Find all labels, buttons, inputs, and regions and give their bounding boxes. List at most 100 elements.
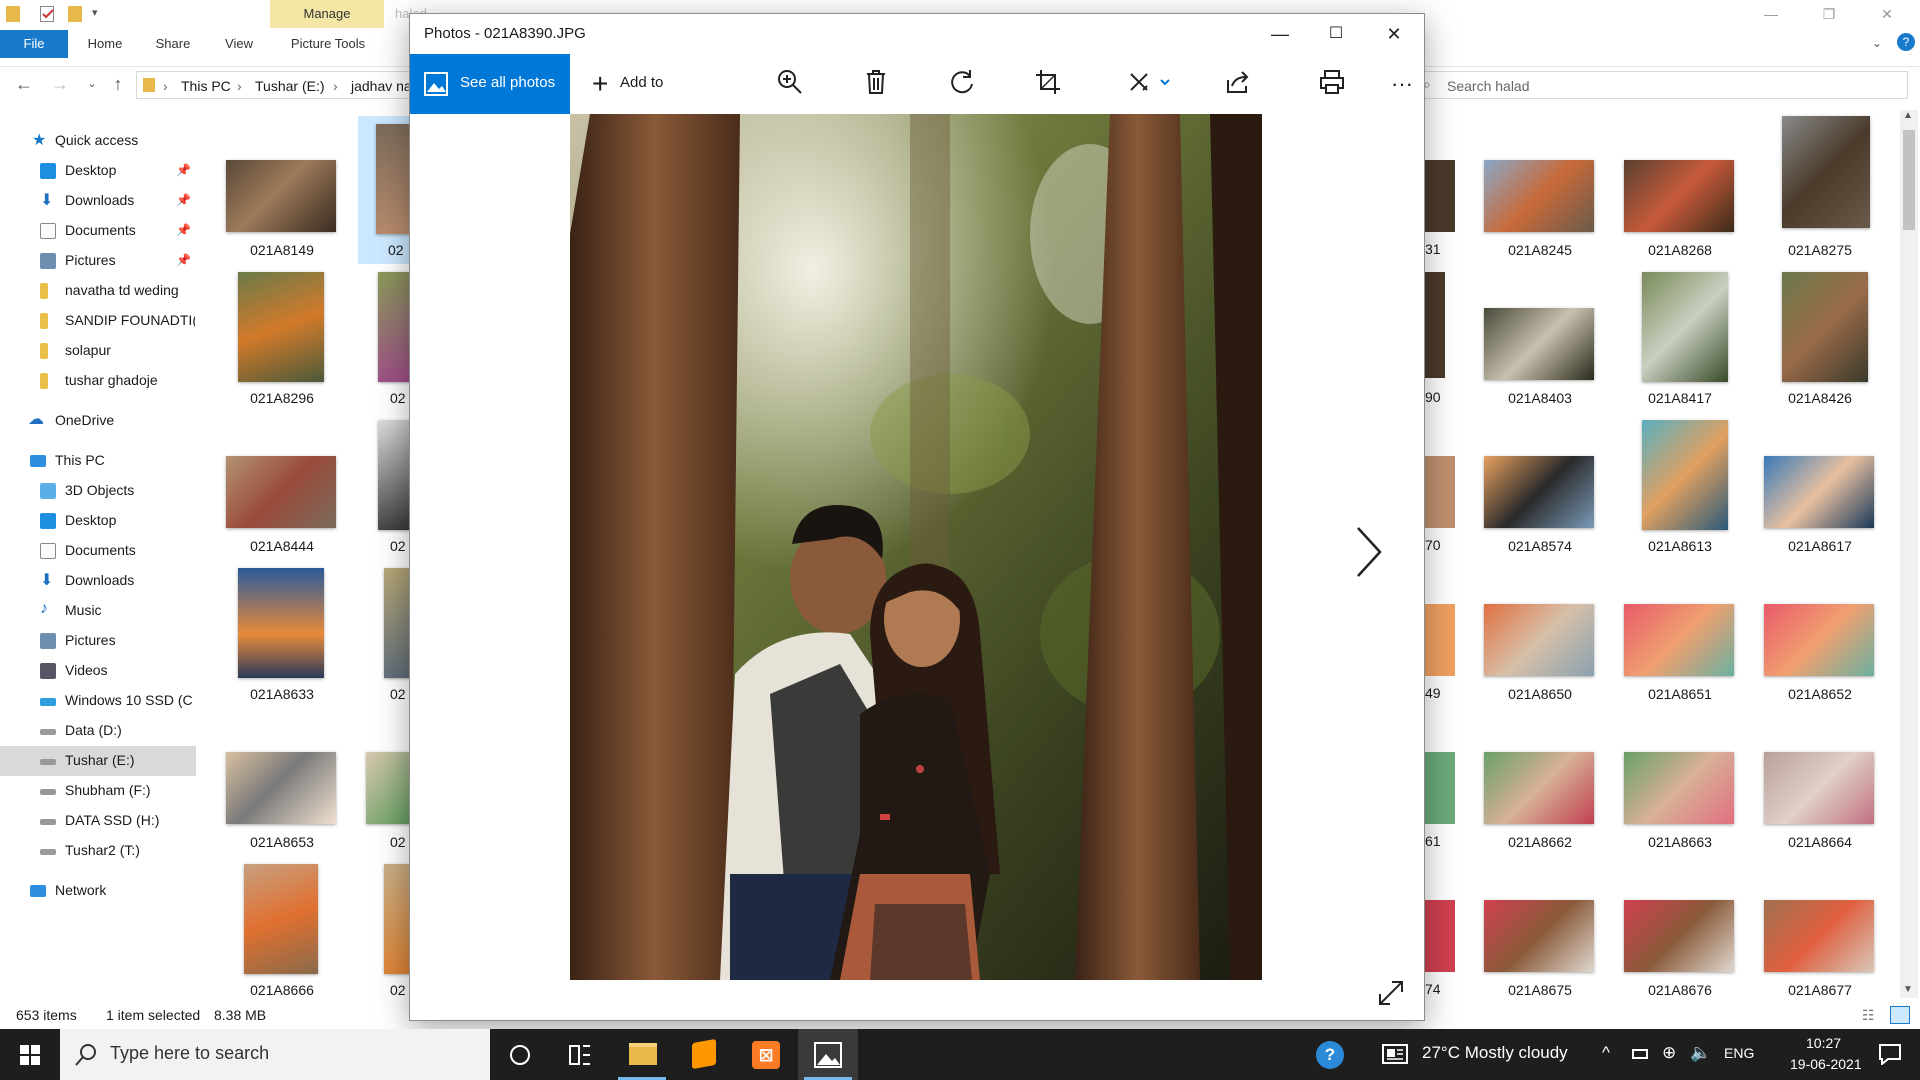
help-icon[interactable]: ? — [1897, 33, 1915, 51]
file-thumbnail[interactable]: 021A8149 — [212, 116, 352, 264]
scrollbar-thumb[interactable] — [1903, 130, 1915, 230]
nav-pc-documents[interactable]: Documents — [0, 536, 196, 566]
nav-drive-c[interactable]: Windows 10 SSD (C — [0, 686, 196, 716]
file-thumbnail[interactable]: 021A8296 — [212, 264, 352, 412]
address-bar[interactable]: › This PC › Tushar (E:) › jadhav na — [136, 71, 436, 99]
photos-taskbar-button[interactable] — [798, 1029, 858, 1080]
nav-this-pc[interactable]: This PC — [0, 446, 196, 476]
volume-tray-icon[interactable]: 🔈 — [1688, 1029, 1711, 1080]
file-thumbnail[interactable]: 021A8617 — [1750, 412, 1890, 560]
nav-folder-navatha[interactable]: navatha td weding — [0, 276, 196, 306]
image-thumbnail[interactable] — [1425, 272, 1445, 378]
nav-drive-d[interactable]: Data (D:) — [0, 716, 196, 746]
add-to-button[interactable]: + Add to — [580, 54, 700, 114]
zoom-in-icon[interactable] — [774, 68, 806, 100]
file-thumbnail[interactable]: 021A8675 — [1470, 856, 1610, 1004]
nav-onedrive[interactable]: ☁ OneDrive — [0, 406, 196, 436]
file-thumbnail[interactable]: 021A8650 — [1470, 560, 1610, 708]
main-photo[interactable] — [570, 114, 1262, 980]
nav-pc-desktop[interactable]: Desktop — [0, 506, 196, 536]
action-center-button[interactable] — [1866, 1029, 1914, 1080]
file-explorer-taskbar-button[interactable] — [612, 1029, 672, 1080]
file-thumbnail[interactable]: 021A8613 — [1610, 412, 1750, 560]
nav-videos[interactable]: Videos — [0, 656, 196, 686]
up-arrow-icon[interactable]: ↑ — [106, 73, 130, 95]
file-thumbnail[interactable]: 021A8275 — [1750, 116, 1890, 264]
scroll-up-icon[interactable]: ▲ — [1903, 110, 1913, 121]
nav-quick-access[interactable]: ★ Quick access — [0, 126, 196, 156]
nav-drive-h[interactable]: DATA SSD (H:) — [0, 806, 196, 836]
nav-network[interactable]: Network — [0, 876, 196, 906]
edit-create-icon[interactable] — [1126, 68, 1176, 100]
breadcrumb-this-pc[interactable]: This PC — [181, 78, 231, 94]
nav-folder-tushar[interactable]: tushar ghadoje — [0, 366, 196, 396]
file-thumbnail[interactable]: 021A8666 — [212, 856, 352, 1004]
file-thumbnail[interactable]: 021A8403 — [1470, 264, 1610, 412]
nav-drive-t[interactable]: Tushar2 (T:) — [0, 836, 196, 866]
file-thumbnail[interactable]: 021A8574 — [1470, 412, 1610, 560]
cortana-button[interactable] — [490, 1029, 550, 1080]
next-photo-arrow-icon[interactable] — [1348, 522, 1388, 582]
properties-icon[interactable] — [40, 6, 54, 22]
crop-icon[interactable] — [1032, 68, 1064, 100]
file-thumbnail[interactable]: 021A8664 — [1750, 708, 1890, 856]
nav-drive-e[interactable]: Tushar (E:) — [0, 746, 196, 776]
new-folder-icon[interactable] — [68, 6, 82, 22]
see-all-photos-button[interactable]: See all photos — [410, 54, 570, 114]
file-thumbnail[interactable]: 021A8444 — [212, 412, 352, 560]
share-icon[interactable] — [1222, 68, 1254, 100]
image-thumbnail[interactable] — [1425, 900, 1455, 972]
language-indicator[interactable]: ENG — [1724, 1029, 1764, 1080]
search-input[interactable]: ⌕ Search halad — [1418, 71, 1908, 99]
nav-downloads[interactable]: ⬇ Downloads 📌 — [0, 186, 196, 216]
taskbar-search-box[interactable]: Type here to search — [60, 1029, 490, 1080]
nav-documents[interactable]: Documents 📌 — [0, 216, 196, 246]
nav-3d-objects[interactable]: 3D Objects — [0, 476, 196, 506]
manage-context-tab[interactable]: Manage — [270, 0, 384, 28]
help-tray-icon[interactable]: ? — [1312, 1029, 1348, 1080]
breadcrumb-folder[interactable]: jadhav na — [351, 78, 412, 94]
file-thumbnail[interactable]: 021A8676 — [1610, 856, 1750, 1004]
file-thumbnail[interactable]: 021A8677 — [1750, 856, 1890, 1004]
expand-ribbon-icon[interactable]: ⌄ — [1872, 36, 1882, 50]
nav-drive-f[interactable]: Shubham (F:) — [0, 776, 196, 806]
large-icons-view-icon[interactable] — [1890, 1006, 1910, 1024]
nav-desktop[interactable]: Desktop 📌 — [0, 156, 196, 186]
nav-folder-solapur[interactable]: solapur — [0, 336, 196, 366]
xampp-taskbar-button[interactable]: ⊠ — [736, 1029, 796, 1080]
nav-folder-sandip[interactable]: SANDIP FOUNADTI( — [0, 306, 196, 336]
task-view-button[interactable] — [550, 1029, 610, 1080]
image-thumbnail[interactable] — [1425, 604, 1455, 676]
breadcrumb-drive[interactable]: Tushar (E:) — [255, 78, 325, 94]
tab-view[interactable]: View — [212, 30, 266, 58]
file-thumbnail[interactable]: 021A8652 — [1750, 560, 1890, 708]
tab-share[interactable]: Share — [146, 30, 200, 58]
forward-arrow-icon[interactable]: → — [48, 73, 72, 95]
maximize-button[interactable]: ❐ — [1806, 0, 1852, 28]
scrollbar[interactable]: ▲ ▼ — [1900, 110, 1918, 998]
minimize-button[interactable]: — — [1748, 0, 1794, 28]
pin-icon[interactable]: 📌 — [176, 253, 191, 267]
file-thumbnail[interactable]: 021A8268 — [1610, 116, 1750, 264]
file-thumbnail[interactable]: 021A8245 — [1470, 116, 1610, 264]
print-icon[interactable] — [1316, 68, 1348, 100]
file-thumbnail[interactable]: 021A8426 — [1750, 264, 1890, 412]
recent-locations-icon[interactable]: ⌄ — [80, 73, 104, 95]
clock[interactable]: 10:27 19-06-2021 — [1778, 1029, 1878, 1080]
pin-icon[interactable]: 📌 — [176, 223, 191, 237]
back-arrow-icon[interactable]: ← — [12, 73, 36, 95]
more-options-icon[interactable]: ··· — [1386, 68, 1418, 100]
customize-qat-icon[interactable]: ▾ — [92, 6, 106, 22]
tab-file[interactable]: File — [0, 30, 68, 58]
weather-widget[interactable]: 27°C Mostly cloudy — [1382, 1029, 1582, 1080]
network-tray-icon[interactable]: ⊕ — [1660, 1029, 1682, 1080]
photos-maximize-button[interactable]: ☐ — [1308, 14, 1364, 54]
nav-music[interactable]: ♪ Music — [0, 596, 196, 626]
photos-close-button[interactable]: ✕ — [1366, 14, 1422, 54]
file-thumbnail[interactable]: 021A8417 — [1610, 264, 1750, 412]
nav-pictures[interactable]: Pictures 📌 — [0, 246, 196, 276]
photos-minimize-button[interactable]: — — [1252, 14, 1308, 54]
image-thumbnail[interactable] — [1425, 160, 1455, 232]
file-thumbnail[interactable]: 021A8651 — [1610, 560, 1750, 708]
details-view-icon[interactable]: ☷ — [1862, 1007, 1875, 1024]
